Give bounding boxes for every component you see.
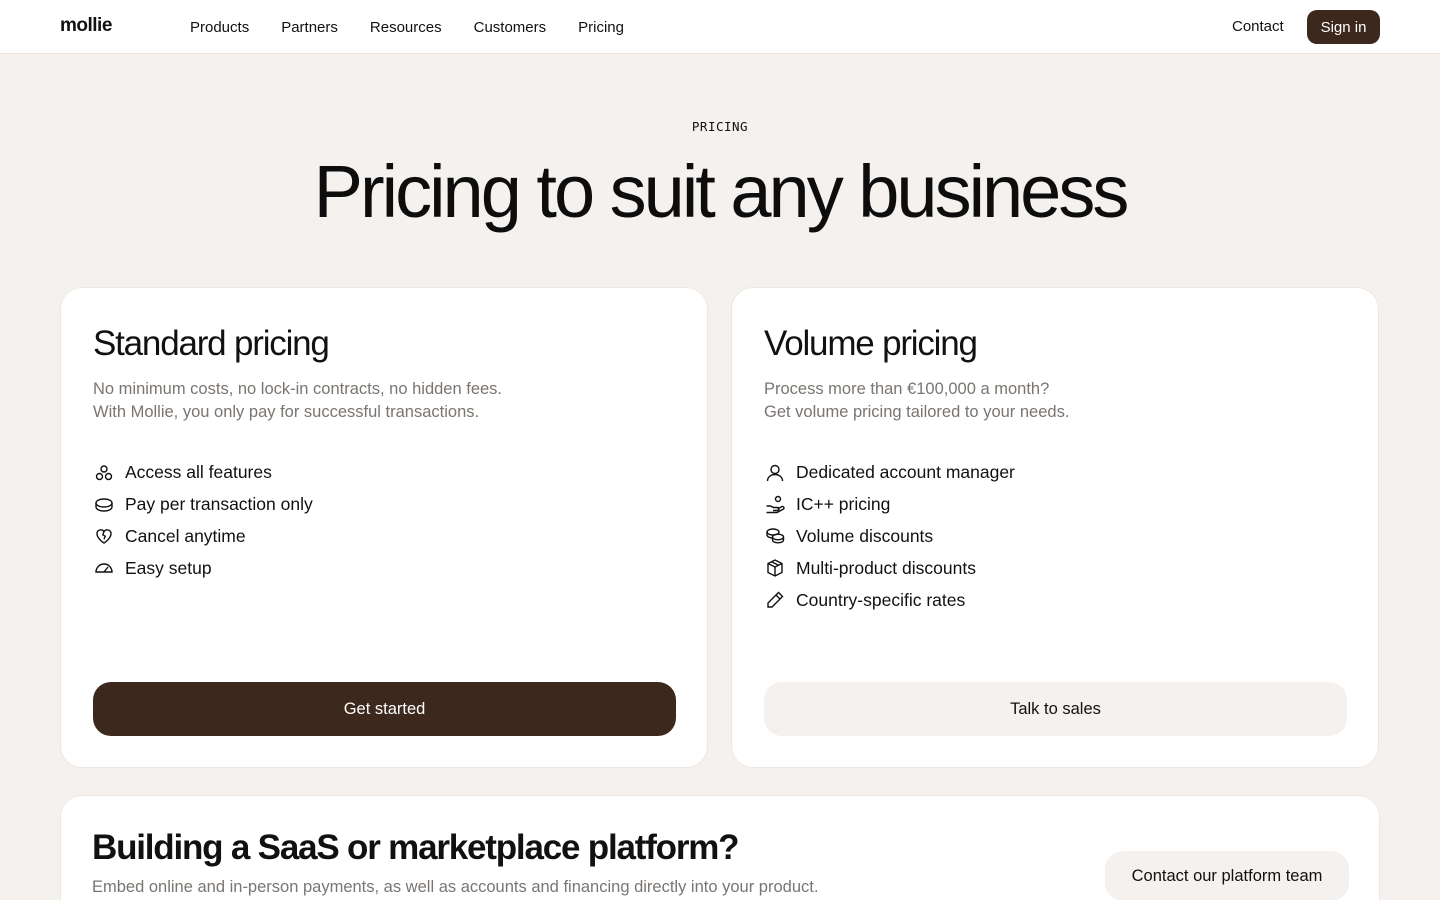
volume-pricing-card: Volume pricing Process more than €100,00… [731, 287, 1379, 768]
feature-label: Country-specific rates [796, 589, 966, 610]
circles-icon [93, 462, 115, 484]
nav-products[interactable]: Products [190, 19, 249, 36]
platform-title: Building a SaaS or marketplace platform? [92, 828, 740, 867]
hand-coins-icon [764, 494, 786, 516]
contact-link[interactable]: Contact [1232, 18, 1284, 35]
pencil-icon [764, 589, 786, 611]
top-navbar: mollie Products Partners Resources Custo… [0, 0, 1440, 54]
standard-feature-list: Access all features Pay per transaction … [93, 457, 313, 584]
standard-pricing-title: Standard pricing [93, 324, 330, 363]
platform-description: Embed online and in-person payments, as … [92, 878, 819, 896]
feature-label: Easy setup [125, 557, 212, 578]
standard-pricing-card: Standard pricing No minimum costs, no lo… [60, 287, 708, 768]
feature-item: IC++ pricing [764, 489, 1015, 521]
coin-icon [93, 494, 115, 516]
user-icon [764, 462, 786, 484]
feature-label: IC++ pricing [796, 494, 891, 515]
feature-item: Dedicated account manager [764, 457, 1015, 489]
nav-customers[interactable]: Customers [474, 19, 547, 36]
feature-item: Multi-product discounts [764, 552, 1015, 584]
heart-icon [93, 525, 115, 547]
volume-pricing-description: Process more than €100,000 a month? Get … [764, 378, 1069, 424]
nav-pricing[interactable]: Pricing [578, 19, 624, 36]
feature-label: Pay per transaction only [125, 494, 313, 515]
feature-item: Country-specific rates [764, 584, 1015, 616]
feature-label: Cancel anytime [125, 525, 246, 546]
volume-desc-line-2: Get volume pricing tailored to your need… [764, 403, 1070, 421]
standard-pricing-description: No minimum costs, no lock-in contracts, … [93, 378, 502, 424]
feature-item: Pay per transaction only [93, 489, 313, 521]
feature-item: Cancel anytime [93, 521, 313, 553]
nav-partners[interactable]: Partners [281, 19, 338, 36]
box-icon [764, 557, 786, 579]
talk-to-sales-button[interactable]: Talk to sales [764, 682, 1347, 736]
contact-platform-team-button[interactable]: Contact our platform team [1105, 851, 1349, 900]
get-started-button[interactable]: Get started [93, 682, 676, 736]
platform-card: Building a SaaS or marketplace platform?… [60, 795, 1380, 900]
feature-label: Volume discounts [796, 525, 934, 546]
volume-feature-list: Dedicated account manager IC++ pricing V… [764, 457, 1015, 616]
volume-pricing-title: Volume pricing [764, 324, 978, 363]
pricing-eyebrow: PRICING [691, 119, 749, 134]
mollie-logo[interactable]: mollie [60, 15, 112, 37]
feature-item: Access all features [93, 457, 313, 489]
main-nav: Products Partners Resources Customers Pr… [190, 0, 624, 54]
standard-desc-line-2: With Mollie, you only pay for successful… [93, 403, 480, 421]
coins-stack-icon [764, 525, 786, 547]
feature-label: Dedicated account manager [796, 462, 1015, 483]
feature-item: Easy setup [93, 552, 313, 584]
standard-desc-line-1: No minimum costs, no lock-in contracts, … [93, 380, 503, 398]
page-title: Pricing to suit any business [313, 150, 1130, 233]
gauge-icon [93, 557, 115, 579]
feature-item: Volume discounts [764, 521, 1015, 553]
volume-desc-line-1: Process more than €100,000 a month? [764, 380, 1050, 398]
nav-resources[interactable]: Resources [370, 19, 442, 36]
feature-label: Multi-product discounts [796, 557, 976, 578]
sign-in-button[interactable]: Sign in [1307, 10, 1380, 44]
feature-label: Access all features [125, 462, 272, 483]
